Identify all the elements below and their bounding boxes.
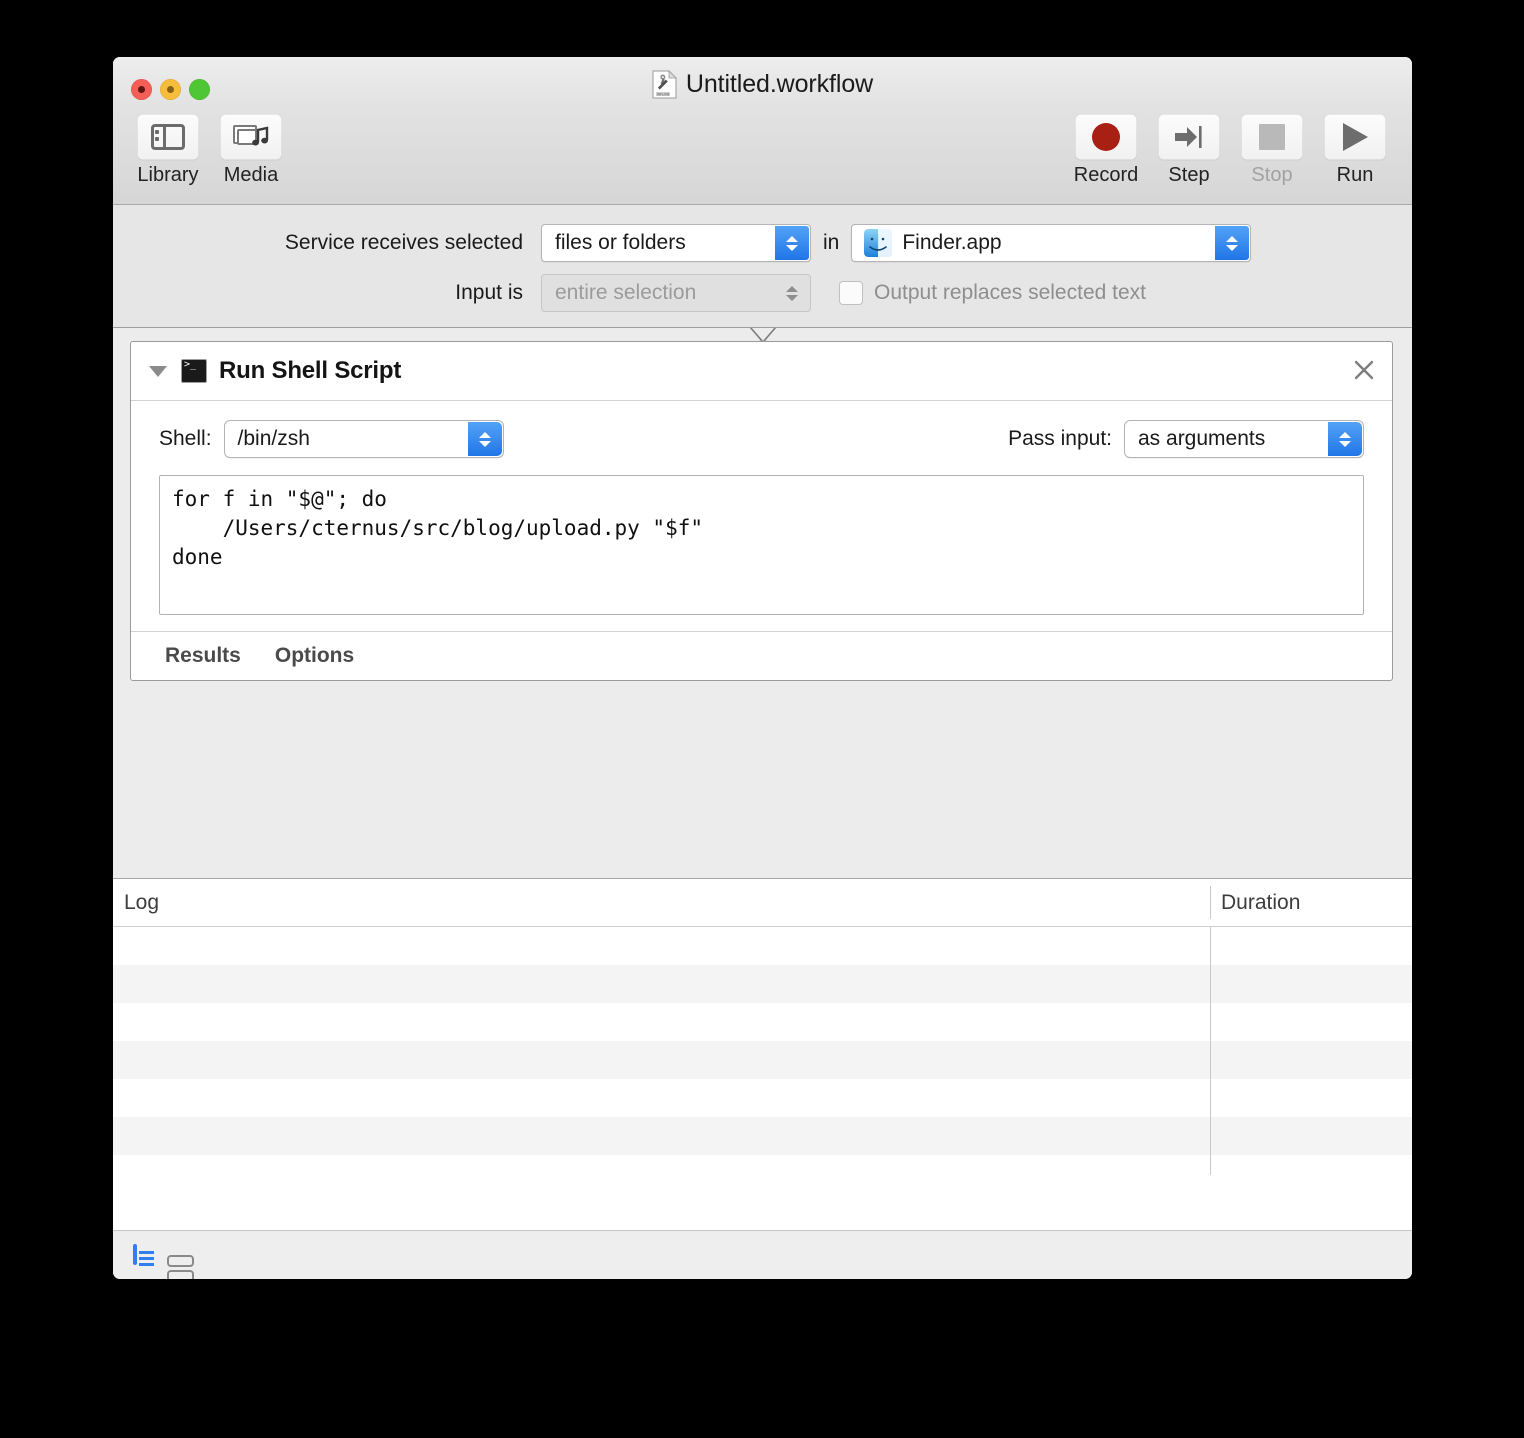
workflow-document-icon: WFLOW: [652, 70, 677, 99]
run-button-surface: [1324, 114, 1386, 160]
table-row[interactable]: [113, 1155, 1412, 1193]
input-is-select[interactable]: entire selection: [541, 274, 811, 312]
media-button[interactable]: Media: [214, 114, 288, 187]
step-icon: [1174, 124, 1204, 150]
shell-select[interactable]: /bin/zsh: [224, 420, 504, 458]
window-titlebar: WFLOW Untitled.workflow: [113, 57, 1412, 108]
media-button-surface: [220, 114, 282, 160]
zoom-button[interactable]: [189, 79, 210, 100]
duration-column-label: Duration: [1221, 891, 1300, 914]
tab-options[interactable]: Options: [275, 644, 354, 668]
output-replaces-row[interactable]: Output replaces selected text: [839, 281, 1146, 305]
shell-settings-row: Shell: /bin/zsh Pass input: as arguments: [159, 419, 1364, 459]
stop-button-surface: [1241, 114, 1303, 160]
service-config-bar: Service receives selected files or folde…: [113, 205, 1412, 328]
library-button[interactable]: Library: [131, 114, 205, 187]
row-column-divider: [1210, 927, 1211, 1175]
table-row[interactable]: [113, 1079, 1412, 1117]
chevron-updown-icon: [1215, 226, 1249, 260]
service-receives-row: Service receives selected files or folde…: [113, 223, 1412, 263]
run-button[interactable]: Run: [1318, 114, 1392, 187]
service-receives-label: Service receives selected: [113, 231, 523, 255]
input-is-row: Input is entire selection Output replace…: [113, 273, 1412, 313]
close-button[interactable]: [131, 79, 152, 100]
table-row[interactable]: [113, 1003, 1412, 1041]
terminal-icon: [181, 359, 207, 383]
disclosure-triangle-icon[interactable]: [149, 366, 167, 377]
log-table-header: Log Duration: [113, 879, 1412, 927]
log-column-label: Log: [124, 891, 159, 914]
action-run-shell-script: Run Shell Script Shell: /bin/zsh: [130, 341, 1393, 681]
service-app-value: Finder.app: [892, 231, 1001, 255]
script-text: for f in "$@"; do /Users/cternus/src/blo…: [172, 485, 1351, 572]
action-body: Shell: /bin/zsh Pass input: as arguments: [131, 401, 1392, 615]
record-button[interactable]: Record: [1069, 114, 1143, 187]
window-title-group: WFLOW Untitled.workflow: [113, 70, 1412, 99]
library-button-surface: [137, 114, 199, 160]
close-icon[interactable]: [1352, 358, 1376, 382]
stop-button[interactable]: Stop: [1235, 114, 1309, 187]
chevron-updown-icon: [775, 276, 809, 310]
output-replaces-label: Output replaces selected text: [874, 281, 1146, 305]
window-title: Untitled.workflow: [686, 70, 873, 99]
workflow-canvas[interactable]: Run Shell Script Shell: /bin/zsh: [113, 328, 1412, 879]
column-divider[interactable]: [1210, 886, 1211, 919]
media-icon: [233, 123, 269, 151]
table-row[interactable]: [113, 965, 1412, 1003]
chevron-updown-icon: [1328, 422, 1362, 456]
record-button-label: Record: [1074, 164, 1138, 187]
stop-icon: [1259, 124, 1285, 150]
action-header: Run Shell Script: [131, 342, 1392, 401]
record-icon: [1092, 123, 1120, 151]
tab-results[interactable]: Results: [165, 644, 241, 668]
chevron-updown-icon: [775, 226, 809, 260]
table-row[interactable]: [113, 1041, 1412, 1079]
main-toolbar: Library Media: [113, 108, 1412, 205]
table-row[interactable]: [113, 1117, 1412, 1155]
automator-window: WFLOW Untitled.workflow Library: [113, 57, 1412, 1279]
pass-input-value: as arguments: [1125, 427, 1265, 451]
chevron-updown-icon: [468, 422, 502, 456]
action-title: Run Shell Script: [219, 357, 401, 385]
step-button-surface: [1158, 114, 1220, 160]
script-editor[interactable]: for f in "$@"; do /Users/cternus/src/blo…: [159, 475, 1364, 615]
service-app-select[interactable]: Finder.app: [851, 224, 1251, 262]
service-receives-select[interactable]: files or folders: [541, 224, 811, 262]
step-button-label: Step: [1168, 164, 1209, 187]
duration-column-header[interactable]: Duration: [1210, 891, 1412, 915]
svg-text:WFLOW: WFLOW: [657, 93, 670, 97]
library-icon: [151, 124, 185, 150]
run-icon: [1343, 123, 1368, 151]
action-tab-bar: Results Options: [131, 631, 1392, 680]
pass-input-select[interactable]: as arguments: [1124, 420, 1364, 458]
pass-input-label: Pass input:: [1008, 427, 1112, 451]
step-button[interactable]: Step: [1152, 114, 1226, 187]
library-button-label: Library: [137, 164, 198, 187]
traffic-light-group: [131, 79, 210, 100]
list-view-icon: [133, 1244, 137, 1265]
toolbar-left-group: Library Media: [131, 114, 288, 187]
table-row[interactable]: [113, 927, 1412, 965]
service-in-label: in: [823, 231, 839, 255]
record-button-surface: [1075, 114, 1137, 160]
log-column-header[interactable]: Log: [113, 891, 1210, 915]
finder-icon: [864, 229, 892, 257]
input-is-value: entire selection: [542, 281, 696, 305]
log-table-body[interactable]: [113, 927, 1412, 1193]
minimize-button[interactable]: [160, 79, 181, 100]
stop-button-label: Stop: [1251, 164, 1292, 187]
toolbar-right-group: Record Step Stop: [1069, 114, 1392, 187]
run-button-label: Run: [1337, 164, 1374, 187]
input-is-label: Input is: [113, 281, 523, 305]
log-pane: Log Duration: [113, 879, 1412, 1174]
shell-value: /bin/zsh: [225, 427, 310, 451]
bottom-toolbar: [113, 1230, 1412, 1279]
shell-label: Shell:: [159, 427, 212, 451]
output-replaces-checkbox[interactable]: [839, 281, 863, 305]
service-receives-value: files or folders: [542, 231, 686, 255]
list-view-button[interactable]: [133, 1246, 137, 1264]
media-button-label: Media: [224, 164, 278, 187]
